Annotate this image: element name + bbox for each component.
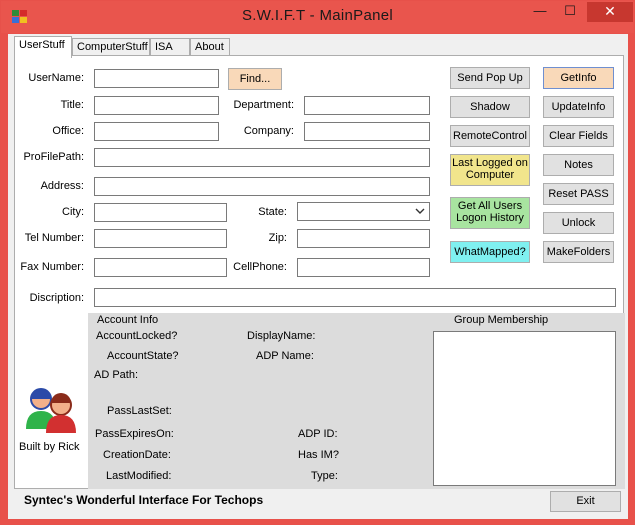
client-area: UserStuff ComputerStuff ISA About UserNa…	[8, 34, 628, 519]
state-select[interactable]	[297, 202, 430, 221]
type-label: Type:	[311, 470, 338, 482]
tab-isa[interactable]: ISA	[150, 38, 190, 56]
title-input[interactable]	[94, 96, 219, 115]
makefolders-button[interactable]: MakeFolders	[543, 241, 614, 263]
tab-about[interactable]: About	[190, 38, 230, 56]
send-popup-button[interactable]: Send Pop Up	[450, 67, 530, 89]
maximize-button[interactable]: ☐	[557, 2, 583, 22]
adp-id-label: ADP ID:	[298, 428, 338, 440]
account-info-header: Account Info	[97, 314, 159, 326]
pass-expires-on-label: PassExpiresOn:	[95, 428, 174, 440]
department-label: Department:	[233, 99, 294, 111]
company-input[interactable]	[304, 122, 430, 141]
profilepath-input[interactable]	[94, 148, 430, 167]
ad-path-label: AD Path:	[94, 369, 139, 381]
title-label: Title:	[60, 99, 84, 111]
built-by-label: Built by Rick	[19, 441, 80, 453]
last-modified-label: LastModified:	[106, 470, 172, 482]
title-bar[interactable]: S.W.I.F.T - MainPanel — ☐ ✕	[1, 1, 634, 33]
find-button[interactable]: Find...	[228, 68, 282, 90]
display-name-label: DisplayName:	[247, 330, 316, 342]
pass-last-set-label: PassLastSet:	[107, 405, 172, 417]
address-input[interactable]	[94, 177, 430, 196]
state-label: State:	[258, 206, 287, 218]
notes-button[interactable]: Notes	[543, 154, 614, 176]
office-label: Office:	[52, 125, 84, 137]
fax-label: Fax Number:	[20, 261, 84, 273]
adp-name-label: ADP Name:	[256, 350, 314, 362]
city-label: City:	[62, 206, 84, 218]
userstuff-panel: UserName: Find... Title: Department: Off…	[14, 55, 625, 489]
account-locked-label: AccountLocked?	[96, 330, 178, 342]
reset-pass-button[interactable]: Reset PASS	[543, 183, 614, 205]
description-input[interactable]	[94, 288, 616, 307]
tagline: Syntec's Wonderful Interface For Techops	[24, 493, 264, 507]
shadow-button[interactable]: Shadow	[450, 96, 530, 118]
has-im-label: Has IM?	[298, 449, 339, 461]
chevron-down-icon	[415, 208, 425, 214]
zip-label: Zip:	[268, 232, 287, 244]
username-input[interactable]	[94, 69, 219, 88]
group-membership-list[interactable]	[433, 331, 616, 486]
address-label: Address:	[40, 180, 84, 192]
cellphone-input[interactable]	[297, 258, 430, 277]
city-input[interactable]	[94, 203, 227, 222]
department-input[interactable]	[304, 96, 430, 115]
tab-userstuff[interactable]: UserStuff	[14, 36, 72, 58]
zip-input[interactable]	[297, 229, 430, 248]
group-membership-header: Group Membership	[454, 314, 549, 326]
cellphone-label: CellPhone:	[233, 261, 287, 273]
users-icon	[26, 388, 76, 433]
remotecontrol-button[interactable]: RemoteControl	[450, 125, 530, 147]
whatmapped-button[interactable]: WhatMapped?	[450, 241, 530, 263]
description-label: Discription:	[29, 292, 84, 304]
getinfo-button[interactable]: GetInfo	[543, 67, 614, 89]
tel-label: Tel Number:	[24, 232, 84, 244]
fax-input[interactable]	[94, 258, 227, 277]
tab-computerstuff[interactable]: ComputerStuff	[72, 38, 150, 56]
tel-input[interactable]	[94, 229, 227, 248]
last-logged-button[interactable]: Last Logged on Computer	[450, 154, 530, 186]
updateinfo-button[interactable]: UpdateInfo	[543, 96, 614, 118]
clear-fields-button[interactable]: Clear Fields	[543, 125, 614, 147]
username-label: UserName:	[28, 72, 84, 84]
main-window: S.W.I.F.T - MainPanel — ☐ ✕ UserStuff Co…	[0, 0, 635, 525]
close-button[interactable]: ✕	[587, 2, 633, 22]
company-label: Company:	[243, 125, 294, 137]
account-state-label: AccountState?	[107, 350, 179, 362]
minimize-button[interactable]: —	[527, 2, 553, 22]
get-all-users-button[interactable]: Get All Users Logon History	[450, 197, 530, 229]
unlock-button[interactable]: Unlock	[543, 212, 614, 234]
profilepath-label: ProFilePath:	[23, 151, 84, 163]
office-input[interactable]	[94, 122, 219, 141]
creation-date-label: CreationDate:	[103, 449, 171, 461]
exit-button[interactable]: Exit	[550, 491, 621, 512]
